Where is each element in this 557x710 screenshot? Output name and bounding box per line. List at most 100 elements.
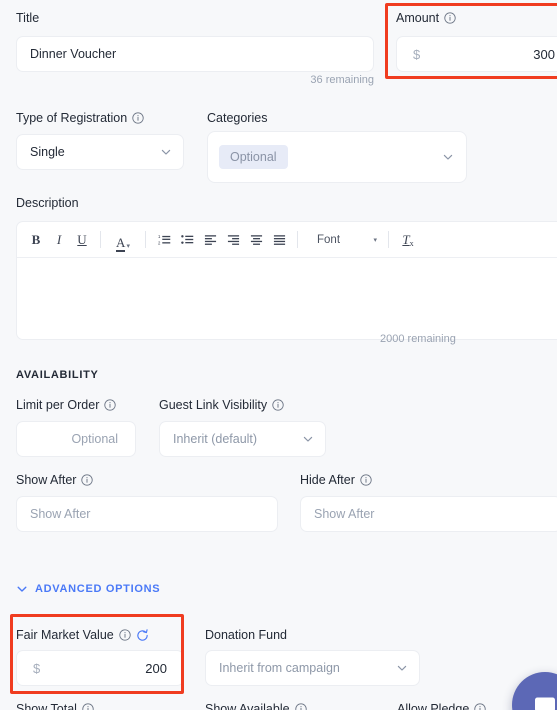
font-family-label: Font [317, 233, 341, 246]
show-available-group: Show Available [205, 702, 307, 710]
hide-after-label: Hide After [300, 473, 372, 487]
type-of-registration-label: Type of Registration [16, 111, 144, 125]
title-input-value: Dinner Voucher [30, 47, 117, 61]
text-color-letter: A [116, 234, 126, 252]
fair-market-value-currency-symbol: $ [33, 660, 41, 676]
allow-pledge-label-text: Allow Pledge [397, 702, 470, 710]
fair-market-value-input-value: 200 [145, 660, 167, 676]
info-icon[interactable] [444, 12, 456, 24]
chevron-down-icon [302, 433, 314, 445]
bold-button[interactable]: B [25, 228, 47, 252]
info-icon[interactable] [474, 703, 486, 710]
info-icon[interactable] [294, 703, 307, 710]
description-remaining-counter: 2000 remaining [380, 333, 456, 345]
guest-link-visibility-label-text: Guest Link Visibility [159, 398, 268, 412]
font-family-dropdown[interactable]: Font ▾ [309, 228, 381, 252]
chat-bubble-icon [530, 690, 557, 710]
underline-button[interactable]: U [71, 228, 93, 252]
guest-link-visibility-group: Guest Link Visibility [159, 398, 284, 412]
info-icon[interactable] [272, 399, 284, 411]
description-textarea[interactable] [17, 258, 557, 339]
fair-market-value-label-text: Fair Market Value [16, 628, 114, 642]
type-of-registration-select[interactable]: Single [16, 134, 184, 170]
svg-text:2: 2 [158, 241, 161, 246]
text-color-button[interactable]: A ▾ [108, 228, 138, 252]
title-remaining-counter: 36 remaining [310, 74, 374, 86]
categories-multiselect[interactable]: Optional [207, 131, 467, 183]
donation-fund-group: Donation Fund [205, 628, 287, 642]
show-total-label: Show Total [16, 702, 94, 710]
show-after-label-text: Show After [16, 473, 77, 487]
item-edit-form: Title Dinner Voucher 36 remaining Amount… [0, 0, 557, 710]
info-icon[interactable] [81, 474, 94, 486]
chevron-down-icon [160, 146, 172, 158]
fair-market-value-group: Fair Market Value [16, 628, 149, 642]
chevron-down-icon [396, 662, 408, 674]
unordered-list-button[interactable] [176, 228, 198, 252]
toolbar-divider [388, 231, 389, 248]
caret-down-icon: ▾ [126, 242, 130, 250]
amount-field-group: Amount [396, 11, 456, 25]
amount-input[interactable]: $ 300 [396, 36, 557, 72]
hide-after-input[interactable]: Show After [300, 496, 557, 532]
amount-label-text: Amount [396, 11, 440, 25]
show-available-label: Show Available [205, 702, 307, 710]
svg-text:1: 1 [158, 234, 161, 239]
italic-button[interactable]: I [48, 228, 70, 252]
limit-per-order-label-text: Limit per Order [16, 398, 100, 412]
show-after-label: Show After [16, 473, 94, 487]
fair-market-value-label: Fair Market Value [16, 628, 149, 642]
refresh-icon[interactable] [136, 628, 149, 642]
toolbar-divider [100, 231, 101, 248]
title-input[interactable]: Dinner Voucher [16, 36, 374, 72]
description-editor: B I U A ▾ 1 2 Font ▾ Tx [16, 221, 557, 340]
donation-fund-label: Donation Fund [205, 628, 287, 642]
categories-label: Categories [207, 111, 267, 125]
clear-formatting-glyph: Tx [402, 231, 414, 248]
toolbar-divider [297, 231, 298, 248]
categories-optional-chip[interactable]: Optional [219, 145, 288, 169]
hide-after-group: Hide After [300, 473, 372, 487]
show-total-label-text: Show Total [16, 702, 77, 710]
guest-link-visibility-select[interactable]: Inherit (default) [159, 421, 326, 457]
caret-down-icon: ▾ [373, 236, 377, 244]
clear-formatting-button[interactable]: Tx [396, 228, 420, 252]
amount-input-value: 300 [533, 46, 555, 62]
align-left-button[interactable] [199, 228, 221, 252]
align-center-button[interactable] [245, 228, 267, 252]
donation-fund-value: Inherit from campaign [219, 661, 340, 675]
chevron-down-icon [16, 583, 28, 595]
categories-group: Categories [207, 111, 267, 125]
limit-per-order-placeholder: Optional [71, 432, 118, 446]
info-icon[interactable] [104, 399, 117, 411]
type-of-registration-group: Type of Registration [16, 111, 144, 125]
hide-after-label-text: Hide After [300, 473, 355, 487]
donation-fund-label-text: Donation Fund [205, 628, 288, 642]
limit-per-order-label: Limit per Order [16, 398, 117, 412]
allow-pledge-label: Allow Pledge [397, 702, 486, 710]
align-justify-button[interactable] [268, 228, 290, 252]
align-right-button[interactable] [222, 228, 244, 252]
hide-after-placeholder: Show After [314, 507, 375, 521]
ordered-list-button[interactable]: 1 2 [153, 228, 175, 252]
title-label-text: Title [16, 11, 40, 25]
donation-fund-select[interactable]: Inherit from campaign [205, 650, 420, 686]
description-toolbar: B I U A ▾ 1 2 Font ▾ Tx [17, 222, 557, 258]
fair-market-value-input[interactable]: $ 200 [16, 650, 184, 686]
limit-per-order-input[interactable]: Optional [16, 421, 136, 457]
show-after-input[interactable]: Show After [16, 496, 278, 532]
show-available-label-text: Show Available [205, 702, 290, 710]
guest-link-visibility-label: Guest Link Visibility [159, 398, 284, 412]
info-icon[interactable] [360, 474, 372, 486]
advanced-options-toggle[interactable]: ADVANCED OPTIONS [16, 583, 160, 595]
info-icon[interactable] [82, 703, 94, 710]
info-icon[interactable] [132, 112, 144, 124]
show-after-group: Show After [16, 473, 94, 487]
allow-pledge-group: Allow Pledge [397, 702, 486, 710]
description-label-text: Description [16, 196, 79, 210]
amount-currency-symbol: $ [413, 46, 421, 62]
chat-widget-button[interactable] [512, 672, 557, 710]
advanced-options-label: ADVANCED OPTIONS [35, 583, 161, 595]
info-icon[interactable] [119, 629, 131, 641]
chevron-down-icon [442, 151, 454, 163]
